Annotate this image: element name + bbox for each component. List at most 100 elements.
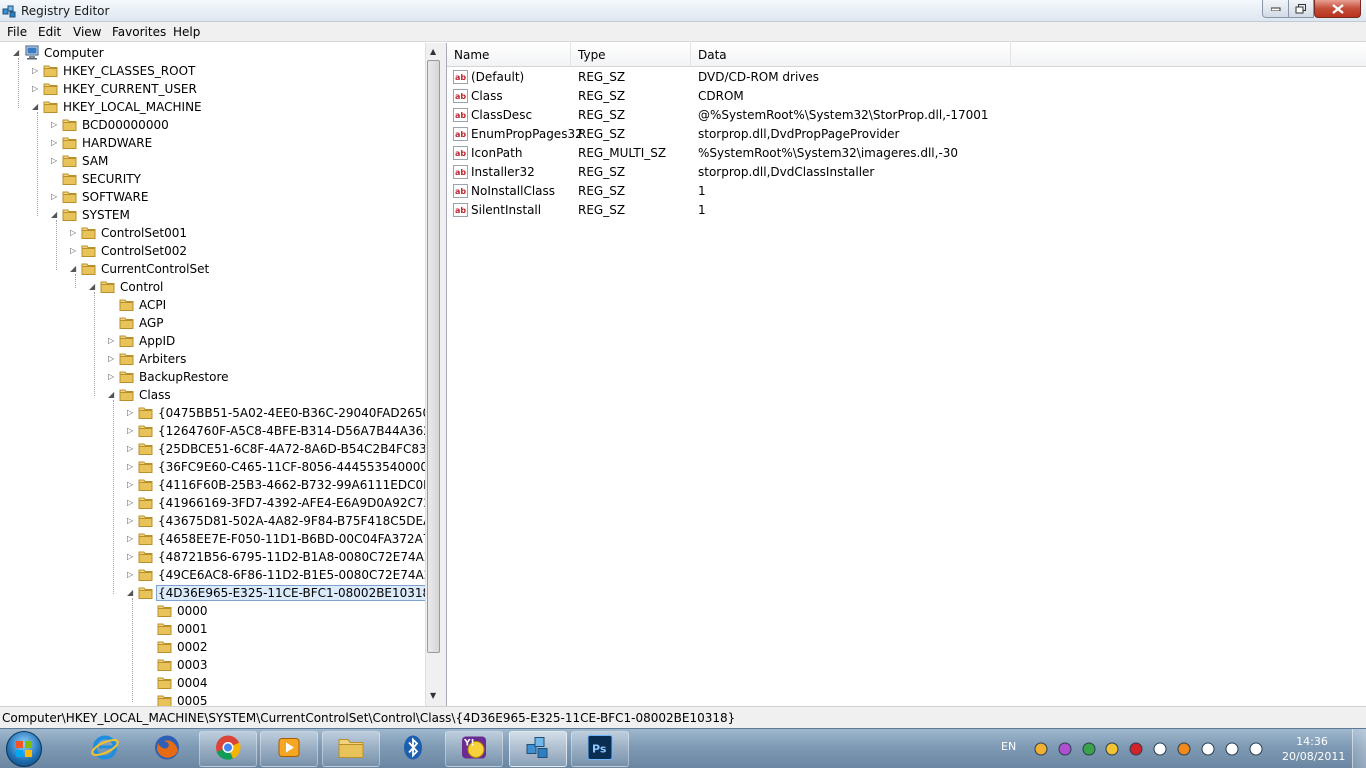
collapsed-arrow-icon[interactable]: ▷ [127,534,136,544]
photoshop-taskbar-button[interactable]: Ps [571,731,629,767]
tree-node[interactable]: ▷ {1264760F-A5C8-4BFE-B314-D56A7B44A362} [0,422,439,440]
expanded-arrow-icon[interactable]: ◢ [127,588,136,598]
tree-node[interactable]: 0004 [0,674,425,692]
tree-node[interactable]: 0005 [0,692,425,706]
expanded-arrow-icon[interactable]: ◢ [108,390,117,400]
expanded-arrow-icon[interactable]: ◢ [89,282,98,292]
collapsed-arrow-icon[interactable]: ▷ [51,156,60,166]
tree-node[interactable]: ▷ {4658EE7E-F050-11D1-B6BD-00C04FA372A7} [0,530,438,548]
internet-explorer-taskbar-button[interactable] [76,731,134,767]
start-button[interactable] [6,731,42,767]
value-row[interactable]: ab ClassDesc REG_SZ @%SystemRoot%\System32\… [447,106,1366,125]
expanded-arrow-icon[interactable]: ◢ [32,102,41,112]
menu-help[interactable]: Help [173,25,200,39]
firefox-taskbar-button[interactable] [138,731,196,767]
collapsed-arrow-icon[interactable]: ▷ [32,84,41,94]
tree-node[interactable]: ▷ {41966169-3FD7-4392-AFE4-E6A9D0A92C72} [0,494,439,512]
explorer-folder-taskbar-button[interactable] [322,731,380,767]
value-row[interactable]: ab EnumPropPages32 REG_SZ storprop.dll,DvdP… [447,125,1366,144]
collapsed-arrow-icon[interactable]: ▷ [51,138,60,148]
tree-node[interactable]: ▷ {25DBCE51-6C8F-4A72-8A6D-B54C2B4FC835} [0,440,440,458]
tree-scrollbar[interactable]: ▲ ▼ [425,43,441,706]
value-row[interactable]: ab NoInstallClass REG_SZ 1 [447,182,1366,201]
chrome-taskbar-button[interactable] [199,731,257,767]
tree-node[interactable]: ◢ CurrentControlSet [0,260,425,278]
menu-file[interactable]: File [7,25,27,39]
tree-node[interactable]: 0000 [0,602,425,620]
collapsed-arrow-icon[interactable]: ▷ [127,570,136,580]
network-share-icon[interactable] [1033,741,1049,757]
collapsed-arrow-icon[interactable]: ▷ [127,516,136,526]
tree-node[interactable]: ▷ ControlSet002 [0,242,425,260]
tree-node[interactable]: ◢ Class [0,386,425,404]
scrollbar-thumb[interactable] [427,60,440,653]
collapsed-arrow-icon[interactable]: ▷ [70,228,79,238]
expanded-arrow-icon[interactable]: ◢ [13,48,22,58]
tree-node[interactable]: ◢ HKEY_LOCAL_MACHINE [0,98,425,116]
maximize-button[interactable] [1288,0,1314,18]
tree-node[interactable]: ▷ HKEY_CURRENT_USER [0,80,425,98]
registry-tree[interactable]: ◢ Computer ▷ HKEY_CLASSES_ROOT ▷ HKEY_CURRENT… [0,43,441,706]
tree-node[interactable]: ▷ BCD00000000 [0,116,425,134]
language-indicator[interactable]: EN [1001,740,1016,753]
collapsed-arrow-icon[interactable]: ▷ [127,552,136,562]
column-type[interactable]: Type [571,43,691,67]
expanded-arrow-icon[interactable]: ◢ [51,210,60,220]
tree-node[interactable]: ▷ {0475BB51-5A02-4EE0-B36C-29040FAD2650} [0,404,438,422]
tree-node[interactable]: ▷ {48721B56-6795-11D2-B1A8-0080C72E74A2} [0,548,439,566]
sync-tray-icon[interactable] [1081,741,1097,757]
collapsed-arrow-icon[interactable]: ▷ [70,246,79,256]
tree-node[interactable]: ACPI [0,296,425,314]
expanded-arrow-icon[interactable]: ◢ [70,264,79,274]
menu-edit[interactable]: Edit [38,25,61,39]
collapsed-arrow-icon[interactable]: ▷ [127,444,136,454]
tree-node[interactable]: ◢ Computer [0,44,425,62]
tree-node[interactable]: ▷ ControlSet001 [0,224,425,242]
tree-node[interactable]: ▷ {49CE6AC8-6F86-11D2-B1E5-0080C72E74A2} [0,566,439,584]
scroll-up-icon[interactable]: ▲ [430,47,436,56]
collapsed-arrow-icon[interactable]: ▷ [51,192,60,202]
tree-node[interactable]: ▷ {36FC9E60-C465-11CF-8056-444553540000} [0,458,436,476]
opera-tray-icon[interactable] [1128,741,1144,757]
tree-node[interactable]: ▷ HKEY_CLASSES_ROOT [0,62,425,80]
tree-node[interactable]: ◢ SYSTEM [0,206,425,224]
update-tray-icon[interactable] [1176,741,1192,757]
value-row[interactable]: ab IconPath REG_MULTI_SZ %SystemRoot%\Syste… [447,144,1366,163]
collapsed-arrow-icon[interactable]: ▷ [108,354,117,364]
column-name[interactable]: Name [447,43,571,67]
collapsed-arrow-icon[interactable]: ▷ [127,462,136,472]
battery-icon[interactable] [1200,741,1216,757]
tree-node[interactable]: 0001 [0,620,425,638]
collapsed-arrow-icon[interactable]: ▷ [32,66,41,76]
tree-node[interactable]: 0003 [0,656,425,674]
tree-node[interactable]: ▷ HARDWARE [0,134,425,152]
collapsed-arrow-icon[interactable]: ▷ [127,426,136,436]
tree-node[interactable]: ▷ BackupRestore [0,368,425,386]
tree-node[interactable]: ▷ AppID [0,332,425,350]
clock[interactable]: 14:36 20/08/2011 [1282,734,1345,764]
collapsed-arrow-icon[interactable]: ▷ [127,498,136,508]
tree-node[interactable]: ▷ Arbiters [0,350,425,368]
column-data[interactable]: Data [691,43,1011,67]
value-row[interactable]: ab Installer32 REG_SZ storprop.dll,DvdClass… [447,163,1366,182]
tree-node[interactable]: ▷ SOFTWARE [0,188,425,206]
collapsed-arrow-icon[interactable]: ▷ [51,120,60,130]
yahoo-messenger-taskbar-button[interactable]: Y! [445,731,503,767]
menu-favorites[interactable]: Favorites [112,25,166,39]
value-row[interactable]: ab (Default) REG_SZ DVD/CD-ROM drives [447,68,1366,87]
tree-node[interactable]: ▷ {43675D81-502A-4A82-9F84-B75F418C5DEA} [0,512,439,530]
action-center-flag-icon[interactable] [1152,741,1168,757]
tree-node[interactable]: SECURITY [0,170,425,188]
tree-node[interactable]: 0002 [0,638,425,656]
collapsed-arrow-icon[interactable]: ▷ [127,408,136,418]
value-row[interactable]: ab Class REG_SZ CDROM [447,87,1366,106]
show-desktop-button[interactable] [1352,729,1366,768]
scroll-down-icon[interactable]: ▼ [430,691,436,700]
close-button[interactable] [1314,0,1361,18]
collapsed-arrow-icon[interactable]: ▷ [127,480,136,490]
tree-node[interactable]: ▷ SAM [0,152,425,170]
tree-node[interactable]: AGP [0,314,425,332]
collapsed-arrow-icon[interactable]: ▷ [108,372,117,382]
minimize-button[interactable] [1262,0,1288,18]
registry-editor-taskbar-button[interactable] [509,731,567,767]
